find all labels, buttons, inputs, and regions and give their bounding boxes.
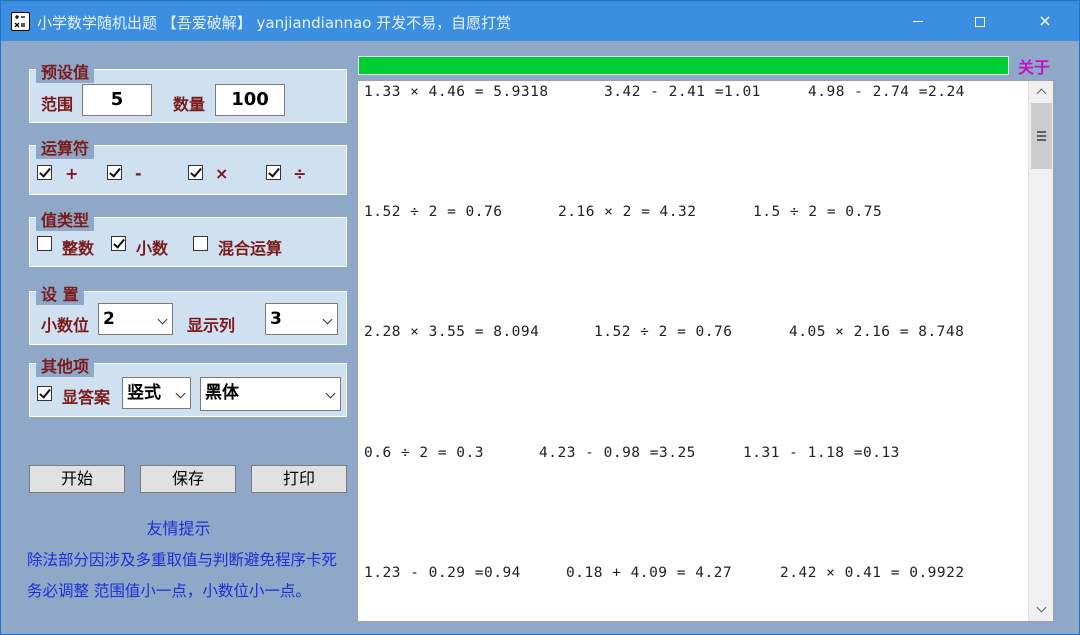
calculator-app-icon bbox=[11, 12, 30, 31]
layout-value: 竖式 bbox=[127, 383, 161, 403]
print-button[interactable]: 打印 bbox=[251, 465, 347, 493]
grip-line bbox=[1037, 139, 1046, 141]
decimal-places-select[interactable]: 2 bbox=[98, 303, 173, 335]
font-value: 黑体 bbox=[205, 383, 239, 403]
layout-select[interactable]: 竖式 bbox=[122, 377, 191, 409]
result-equation: 1.52 ÷ 2 = 0.76 bbox=[364, 204, 503, 220]
result-row: 1.23 - 0.29 =0.94 0.18 + 4.09 = 4.27 2.4… bbox=[358, 565, 1028, 585]
count-label: 数量 bbox=[173, 95, 206, 114]
chevron-down-icon bbox=[175, 388, 186, 399]
result-equation: 0.6 ÷ 2 = 0.3 bbox=[364, 445, 484, 461]
checkbox-multiply[interactable] bbox=[188, 165, 203, 180]
main-window: 小学数学随机出题 【吾爱破解】 yanjiandiannao 开发不易，自愿打赏… bbox=[0, 0, 1080, 635]
result-equation: 2.16 × 2 = 4.32 bbox=[558, 204, 697, 220]
result-equation: 2.42 × 0.41 = 0.9922 bbox=[780, 565, 965, 581]
checkbox-integer[interactable] bbox=[37, 236, 52, 251]
result-equation: 3.42 - 2.41 =1.01 bbox=[604, 84, 761, 100]
decimal-label: 小数 bbox=[136, 239, 169, 258]
count-input[interactable]: 100 bbox=[215, 84, 285, 116]
checkbox-decimal[interactable] bbox=[111, 236, 126, 251]
decimal-places-value: 2 bbox=[103, 309, 115, 329]
value-type-legend: 值类型 bbox=[36, 207, 95, 231]
minimize-icon bbox=[913, 21, 923, 22]
vertical-scrollbar[interactable] bbox=[1028, 81, 1053, 621]
minimize-button[interactable] bbox=[887, 1, 949, 41]
scroll-up-arrow-icon[interactable] bbox=[1029, 81, 1054, 103]
show-answer-label: 显答案 bbox=[62, 388, 111, 407]
settings-legend: 设 置 bbox=[36, 281, 84, 305]
grip-line bbox=[1037, 131, 1046, 133]
hint-title: 友情提示 bbox=[146, 519, 211, 538]
range-input[interactable]: 5 bbox=[82, 84, 152, 116]
result-equation: 1.5 ÷ 2 = 0.75 bbox=[753, 204, 883, 220]
minus-label: - bbox=[135, 164, 142, 183]
scroll-down-arrow-icon[interactable] bbox=[1029, 599, 1054, 621]
hint-line-2: 务必调整 范围值小一点，小数位小一点。 bbox=[27, 582, 311, 600]
hint-line-1: 除法部分因涉及多重取值与判断避免程序卡死 bbox=[27, 551, 338, 569]
maximize-button[interactable] bbox=[949, 1, 1011, 41]
integer-label: 整数 bbox=[62, 239, 95, 258]
checkbox-mixed[interactable] bbox=[193, 236, 208, 251]
checkbox-minus[interactable] bbox=[107, 165, 122, 180]
result-equation: 4.05 × 2.16 = 8.748 bbox=[789, 324, 965, 340]
result-row: 1.52 ÷ 2 = 0.76 2.16 × 2 = 4.32 1.5 ÷ 2 … bbox=[358, 204, 1028, 224]
chevron-down-icon bbox=[157, 314, 168, 325]
operator-legend: 运算符 bbox=[36, 135, 95, 159]
about-link[interactable]: 关于 bbox=[1018, 54, 1050, 78]
multiply-label: × bbox=[215, 164, 229, 183]
result-equation: 2.28 × 3.55 = 8.094 bbox=[364, 324, 540, 340]
divide-label: ÷ bbox=[293, 164, 307, 183]
title-bar[interactable]: 小学数学随机出题 【吾爱破解】 yanjiandiannao 开发不易，自愿打赏… bbox=[1, 1, 1079, 41]
result-equation: 1.33 × 4.46 = 5.9318 bbox=[364, 84, 549, 100]
font-select[interactable]: 黑体 bbox=[200, 377, 341, 411]
window-title: 小学数学随机出题 【吾爱破解】 yanjiandiannao 开发不易，自愿打赏 bbox=[37, 14, 512, 32]
decimal-places-label: 小数位 bbox=[41, 316, 90, 335]
columns-value: 3 bbox=[270, 309, 282, 329]
result-row: 2.28 × 3.55 = 8.094 1.52 ÷ 2 = 0.76 4.05… bbox=[358, 324, 1028, 344]
result-equation: 4.98 - 2.74 =2.24 bbox=[808, 84, 965, 100]
close-button[interactable]: × bbox=[1011, 1, 1079, 41]
checkbox-show-answer[interactable] bbox=[37, 386, 52, 401]
maximize-icon bbox=[975, 16, 985, 27]
result-equation: 0.18 + 4.09 = 4.27 bbox=[566, 565, 733, 581]
result-equation: 1.31 - 1.18 =0.13 bbox=[743, 445, 900, 461]
preset-legend: 预设值 bbox=[36, 59, 95, 83]
result-equation: 1.52 ÷ 2 = 0.76 bbox=[594, 324, 733, 340]
scrollbar-thumb[interactable] bbox=[1031, 103, 1052, 169]
columns-label: 显示列 bbox=[187, 316, 236, 335]
checkbox-divide[interactable] bbox=[266, 165, 281, 180]
result-equation: 4.23 - 0.98 =3.25 bbox=[539, 445, 696, 461]
result-equation: 1.23 - 0.29 =0.94 bbox=[364, 565, 521, 581]
close-icon: × bbox=[1038, 11, 1052, 30]
plus-label: + bbox=[65, 164, 79, 183]
result-row: 0.6 ÷ 2 = 0.3 4.23 - 0.98 =3.25 1.31 - 1… bbox=[358, 445, 1028, 465]
save-button[interactable]: 保存 bbox=[140, 465, 236, 493]
chevron-down-icon bbox=[322, 314, 333, 325]
mixed-label: 混合运算 bbox=[218, 239, 283, 258]
progress-bar bbox=[358, 56, 1009, 75]
other-legend: 其他项 bbox=[36, 353, 95, 377]
grip-line bbox=[1037, 135, 1046, 137]
columns-select[interactable]: 3 bbox=[265, 303, 338, 335]
range-label: 范围 bbox=[41, 95, 74, 114]
results-textarea[interactable]: 1.33 × 4.46 = 5.9318 3.42 - 2.41 =1.01 4… bbox=[357, 80, 1054, 622]
chevron-down-icon bbox=[325, 388, 336, 399]
start-button[interactable]: 开始 bbox=[29, 465, 125, 493]
checkbox-plus[interactable] bbox=[37, 165, 52, 180]
result-row: 1.33 × 4.46 = 5.9318 3.42 - 2.41 =1.01 4… bbox=[358, 84, 1028, 104]
